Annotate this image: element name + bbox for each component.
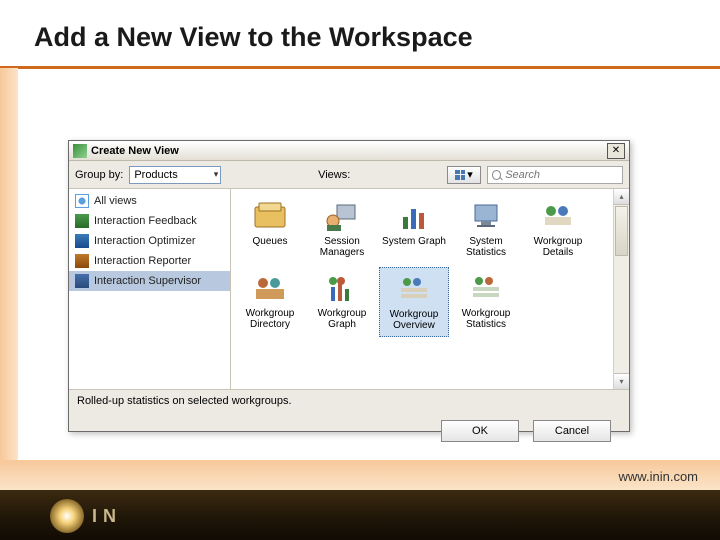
grid-icon [455, 170, 465, 180]
dialog-button-row: OK Cancel [69, 411, 629, 451]
view-description: Rolled-up statistics on selected workgro… [69, 389, 629, 411]
view-mode-button[interactable]: ▾ [447, 166, 481, 184]
view-item-workgroup-details[interactable]: Workgroup Details [523, 195, 593, 265]
view-item-workgroup-statistics[interactable]: Workgroup Statistics [451, 267, 521, 337]
views-label: Views: [318, 169, 350, 181]
system-graph-icon [396, 199, 432, 233]
sidebar-item-interaction-feedback[interactable]: Interaction Feedback [69, 211, 230, 231]
sidebar-item-interaction-reporter[interactable]: Interaction Reporter [69, 251, 230, 271]
chevron-down-icon: ▾ [214, 169, 219, 180]
workgroup-statistics-icon [468, 271, 504, 305]
dialog-toolbar: Group by: Products ▾ Views: ▾ [69, 161, 629, 189]
search-icon [492, 170, 501, 180]
view-item-workgroup-graph[interactable]: Workgroup Graph [307, 267, 377, 337]
close-button[interactable]: ✕ [607, 143, 625, 159]
search-field[interactable] [505, 169, 618, 181]
chevron-down-icon: ▾ [467, 168, 473, 181]
view-item-label: Queues [237, 236, 303, 247]
sidebar-item-interaction-supervisor[interactable]: Interaction Supervisor [69, 271, 230, 291]
workgroup-directory-icon [252, 271, 288, 305]
close-icon: ✕ [612, 146, 620, 156]
slide-footer: IN [0, 490, 720, 540]
view-item-label: Workgroup Details [525, 236, 591, 258]
queues-icon [252, 199, 288, 233]
view-item-label: Session Managers [309, 236, 375, 258]
accent-rule [0, 66, 720, 69]
view-item-system-graph[interactable]: System Graph [379, 195, 449, 265]
scroll-down-button[interactable]: ▾ [614, 373, 629, 389]
sidebar-item-label: All views [94, 195, 137, 207]
brand-logo: IN [50, 498, 160, 534]
views-icon [75, 194, 89, 208]
logo-burst-icon [50, 499, 84, 533]
ok-button[interactable]: OK [441, 420, 519, 442]
sidebar-item-label: Interaction Optimizer [94, 235, 195, 247]
view-item-workgroup-overview[interactable]: Workgroup Overview [379, 267, 449, 337]
group-by-select[interactable]: Products ▾ [129, 166, 221, 184]
dialog-titlebar: Create New View ✕ [69, 141, 629, 161]
scrollbar[interactable]: ▴ ▾ [613, 189, 629, 389]
view-item-label: Workgroup Graph [309, 308, 375, 330]
view-grid-pane: Queues Session Managers System Graph [231, 189, 629, 389]
group-by-label: Group by: [75, 169, 123, 181]
view-item-label: Workgroup Statistics [453, 308, 519, 330]
dialog-icon [73, 144, 87, 158]
footer-url: www.inin.com [619, 469, 698, 484]
optimizer-icon [75, 234, 89, 248]
session-managers-icon [324, 199, 360, 233]
feedback-icon [75, 214, 89, 228]
search-input[interactable] [487, 166, 623, 184]
workgroup-graph-icon [324, 271, 360, 305]
category-sidebar: All views Interaction Feedback Interacti… [69, 189, 231, 389]
dialog-title: Create New View [91, 145, 607, 157]
view-item-queues[interactable]: Queues [235, 195, 305, 265]
workgroup-overview-icon [396, 272, 432, 306]
view-item-label: System Graph [381, 236, 447, 247]
view-item-session-managers[interactable]: Session Managers [307, 195, 377, 265]
left-decor-band [0, 68, 18, 463]
cancel-button[interactable]: Cancel [533, 420, 611, 442]
workgroup-details-icon [540, 199, 576, 233]
sidebar-item-all-views[interactable]: All views [69, 191, 230, 211]
sidebar-item-interaction-optimizer[interactable]: Interaction Optimizer [69, 231, 230, 251]
scroll-thumb[interactable] [615, 206, 628, 256]
reporter-icon [75, 254, 89, 268]
sidebar-item-label: Interaction Feedback [94, 215, 197, 227]
system-statistics-icon [468, 199, 504, 233]
view-item-system-statistics[interactable]: System Statistics [451, 195, 521, 265]
create-new-view-dialog: Create New View ✕ Group by: Products ▾ V… [68, 140, 630, 432]
view-item-label: Workgroup Overview [381, 309, 447, 331]
scroll-up-button[interactable]: ▴ [614, 189, 629, 205]
supervisor-icon [75, 274, 89, 288]
view-item-label: System Statistics [453, 236, 519, 258]
sidebar-item-label: Interaction Reporter [94, 255, 191, 267]
bottom-decor-band [0, 460, 720, 490]
view-item-workgroup-directory[interactable]: Workgroup Directory [235, 267, 305, 337]
logo-text: IN [92, 506, 122, 527]
group-by-value: Products [134, 169, 177, 181]
view-item-label: Workgroup Directory [237, 308, 303, 330]
sidebar-item-label: Interaction Supervisor [94, 275, 201, 287]
page-title: Add a New View to the Workspace [34, 22, 473, 53]
